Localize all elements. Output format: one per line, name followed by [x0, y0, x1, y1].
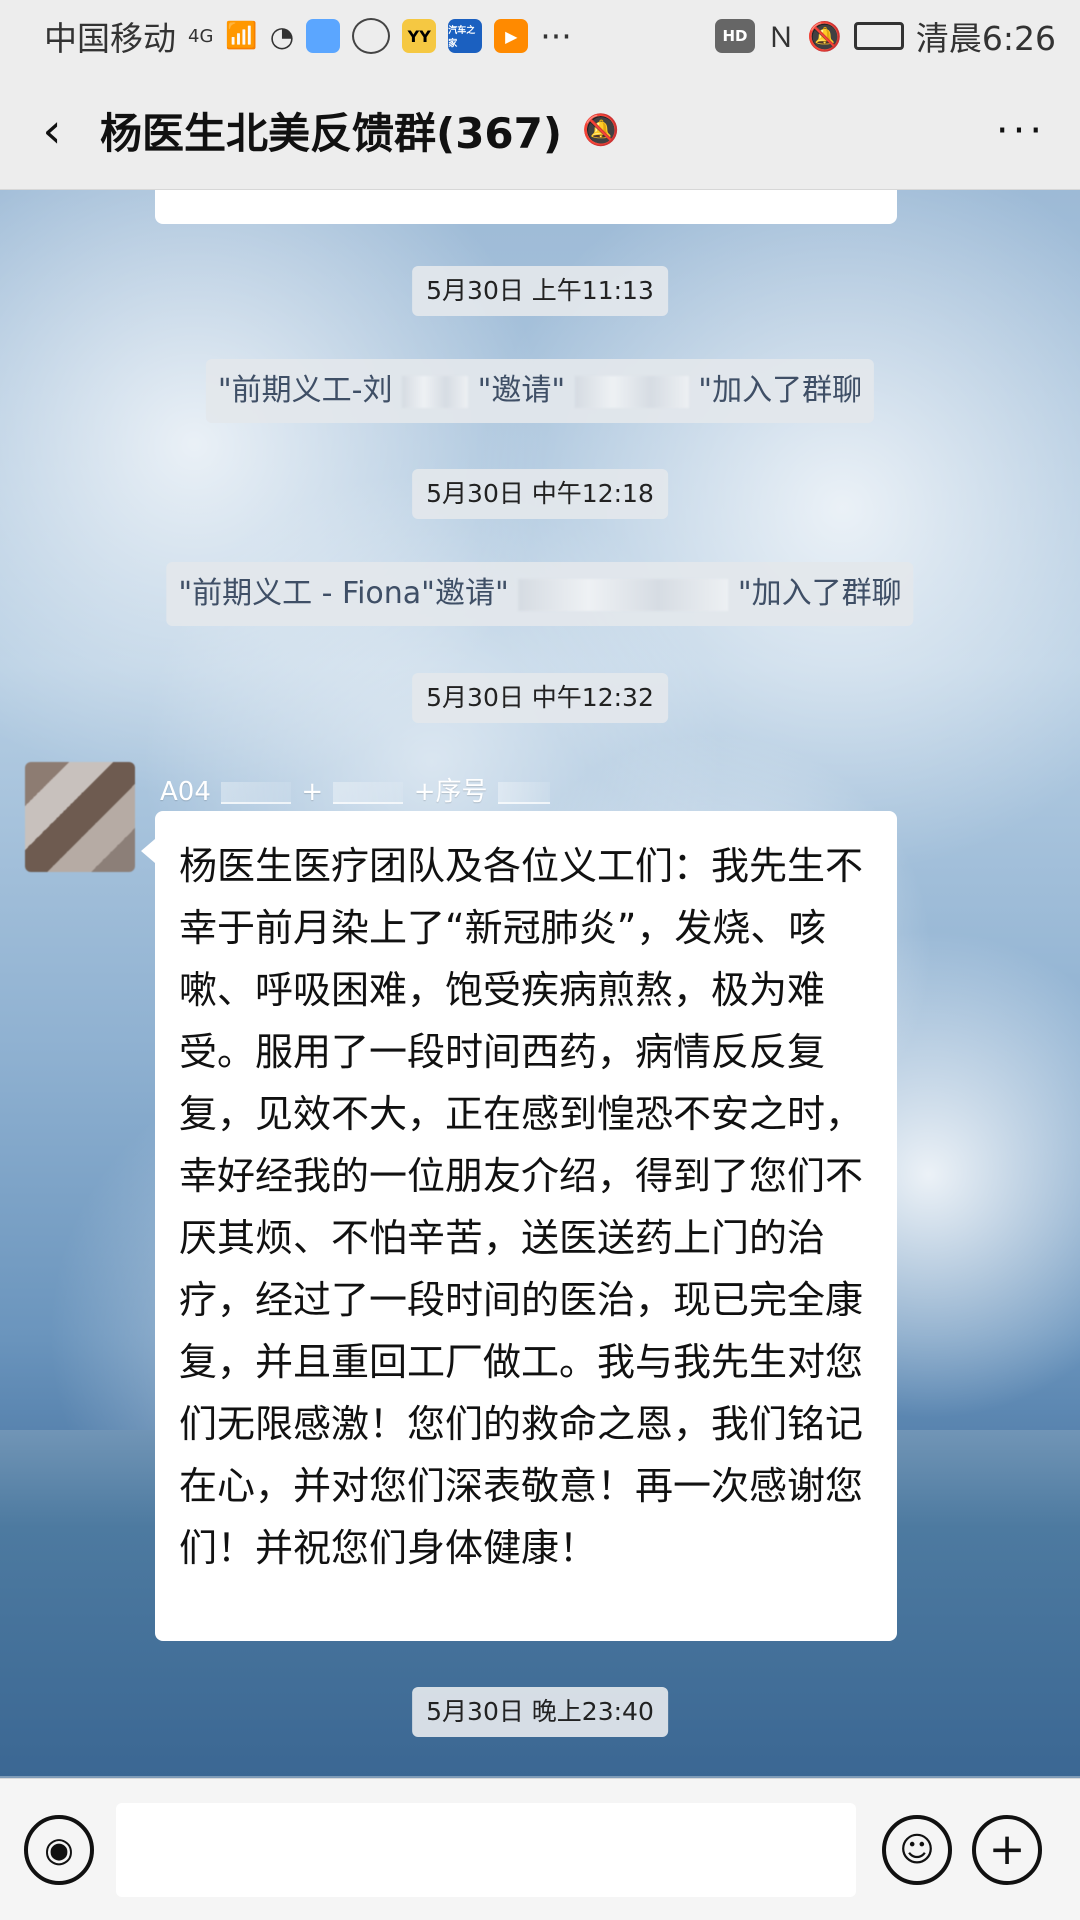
sender-name: A04 + +序号 [160, 771, 552, 808]
sender-avatar[interactable] [25, 762, 135, 872]
sender-serial: +序号 [413, 777, 488, 807]
system-message-2: "前期义工 - Fiona"邀请" "加入了群聊 [166, 562, 914, 626]
wifi-icon: ◔ [269, 19, 295, 53]
redacted-sender-part-1 [221, 781, 292, 804]
plus-icon: + [988, 1823, 1026, 1875]
system-message-1-prefix: "前期义工-刘 [217, 373, 393, 408]
input-bar: ◉ ☺ + [0, 1778, 1080, 1920]
previous-message-bubble [155, 190, 897, 224]
message-text: 杨医生医疗团队及各位义工们：我先生不幸于前月染上了“新冠肺炎”，发烧、咳嗽、呼吸… [179, 844, 864, 1570]
emoji-button[interactable]: ☺ [882, 1814, 952, 1885]
nfc-icon: Ｎ [767, 21, 796, 54]
yy-icon: YY [402, 19, 437, 53]
battery-icon [853, 22, 904, 50]
timestamp-4: 5月30日 晚上23:40 [412, 1687, 668, 1737]
voice-button[interactable]: ◉ [24, 1814, 94, 1885]
app-badge-icon [306, 19, 341, 53]
chevron-left-icon: ‹ [42, 102, 62, 159]
car-home-icon: 汽车之家 [448, 19, 483, 53]
carrier-label: 中国移动 [44, 19, 176, 58]
voice-icon: ◉ [44, 1829, 74, 1870]
chat-header: ‹ 杨医生北美反馈群(367) 🔕 ··· [0, 72, 1080, 190]
more-status-icon: ··· [540, 16, 572, 56]
network-indicator: 4G [188, 25, 214, 47]
timestamp-3: 5月30日 中午12:32 [412, 673, 668, 723]
hd-badge: HD [715, 19, 755, 53]
system-message-2-suffix: "加入了群聊 [737, 576, 902, 611]
back-button[interactable]: ‹ [24, 103, 80, 159]
chat-area: 5月30日 上午11:13 "前期义工-刘 "邀请" "加入了群聊 5月30日 … [0, 190, 1080, 1778]
shield-icon [352, 18, 391, 54]
time-label: 清晨6:26 [915, 19, 1056, 58]
sender-plus: + [301, 777, 324, 807]
bell-off-icon: 🔕 [582, 113, 620, 148]
system-message-1: "前期义工-刘 "邀请" "加入了群聊 [205, 359, 875, 423]
timestamp-2: 5月30日 中午12:18 [412, 469, 668, 519]
timestamp-1: 5月30日 上午11:13 [412, 266, 668, 316]
message-input[interactable] [116, 1802, 856, 1897]
redacted-name-2 [574, 375, 689, 408]
status-right: HD Ｎ 🔕 清晨6:26 [715, 12, 1056, 60]
redacted-sender-part-3 [497, 781, 550, 804]
silent-bell-icon: 🔕 [807, 19, 842, 53]
smile-icon: ☺ [899, 1829, 935, 1870]
play-icon: ▶ [494, 19, 529, 53]
redacted-name-3 [518, 578, 729, 611]
system-message-2-prefix: "前期义工 - Fiona"邀请" [178, 576, 509, 611]
system-message-1-suffix: "加入了群聊 [698, 373, 863, 408]
chat-title: 杨医生北美反馈群(367) [100, 109, 563, 158]
status-left: 中国移动 4G 📶 ◔ YY 汽车之家 ▶ ··· [44, 12, 572, 60]
redacted-sender-part-2 [333, 781, 404, 804]
system-message-1-middle: "邀请" [477, 373, 566, 408]
message-bubble[interactable]: 杨医生医疗团队及各位义工们：我先生不幸于前月染上了“新冠肺炎”，发烧、咳嗽、呼吸… [141, 811, 897, 1641]
signal-icon: 📶 [225, 21, 258, 51]
sender-prefix: A04 [160, 777, 211, 807]
more-icon: ··· [995, 107, 1047, 154]
add-button[interactable]: + [972, 1814, 1042, 1885]
more-button[interactable]: ··· [986, 96, 1056, 166]
status-bar: 中国移动 4G 📶 ◔ YY 汽车之家 ▶ ··· HD Ｎ 🔕 清晨6:26 [0, 0, 1080, 72]
redacted-name-1 [402, 375, 469, 408]
